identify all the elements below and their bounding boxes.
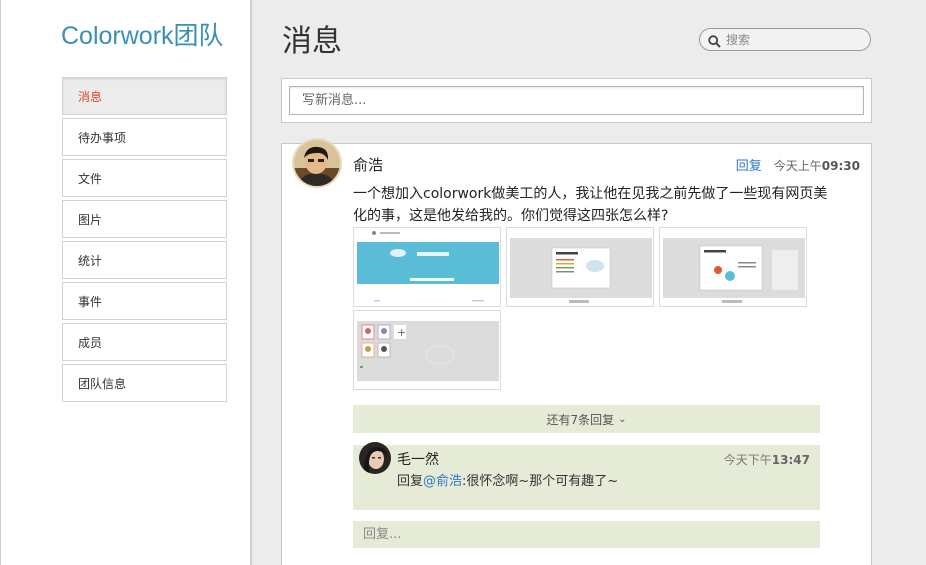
- sidebar: Colorwork团队 消息 待办事项 文件 图片 统计 事件 成员 团队信息: [0, 0, 252, 565]
- reply-input[interactable]: [353, 521, 820, 548]
- image-thumbnail[interactable]: [659, 227, 807, 307]
- page-title: 消息: [282, 24, 342, 59]
- svg-text:+: +: [397, 326, 406, 339]
- compose-input[interactable]: [289, 86, 864, 115]
- mention-link[interactable]: @俞浩: [423, 474, 462, 489]
- sidebar-item-messages[interactable]: 消息: [62, 77, 227, 115]
- post-time: 今天上午09:30: [773, 159, 860, 173]
- sidebar-item-files[interactable]: 文件: [62, 159, 227, 197]
- author-avatar[interactable]: [292, 138, 342, 188]
- search-box[interactable]: [699, 28, 871, 51]
- sidebar-nav: 消息 待办事项 文件 图片 统计 事件 成员 团队信息: [62, 77, 227, 405]
- reply-text: 回复@俞浩:很怀念啊~那个可有趣了~: [397, 474, 619, 489]
- sidebar-item-images[interactable]: 图片: [62, 200, 227, 238]
- message-post: 俞浩 回复 今天上午09:30 一个想加入colorwork做美工的人，我让他在…: [281, 138, 872, 565]
- search-icon: [708, 33, 722, 48]
- post-author[interactable]: 俞浩: [353, 154, 383, 175]
- sidebar-item-events[interactable]: 事件: [62, 282, 227, 320]
- search-input[interactable]: [726, 32, 866, 47]
- post-body: 一个想加入colorwork做美工的人，我让他在见我之前先做了一些现有网页美化的…: [353, 186, 828, 224]
- compose-panel: [281, 78, 872, 123]
- image-thumbnail[interactable]: [353, 227, 501, 307]
- reply-time: 今天下午13:47: [723, 453, 810, 467]
- sidebar-item-stats[interactable]: 统计: [62, 241, 227, 279]
- chevron-double-down-icon: ⌄: [618, 413, 627, 425]
- reply-item: 毛一然 今天下午13:47 回复@俞浩:很怀念啊~那个可有趣了~: [353, 442, 820, 510]
- reply-button[interactable]: 回复: [736, 155, 762, 174]
- sidebar-item-members[interactable]: 成员: [62, 323, 227, 361]
- reply-author[interactable]: 毛一然: [397, 449, 439, 469]
- reply-author-avatar[interactable]: [359, 442, 391, 474]
- post-meta: 回复 今天上午09:30: [736, 155, 860, 174]
- more-replies-button[interactable]: 还有7条回复 ⌄: [353, 405, 820, 433]
- image-thumbnail[interactable]: +: [353, 310, 501, 390]
- brand-logo[interactable]: Colorwork团队: [61, 16, 224, 52]
- sidebar-item-todos[interactable]: 待办事项: [62, 118, 227, 156]
- image-thumbnail[interactable]: [506, 227, 654, 307]
- sidebar-item-team-info[interactable]: 团队信息: [62, 364, 227, 402]
